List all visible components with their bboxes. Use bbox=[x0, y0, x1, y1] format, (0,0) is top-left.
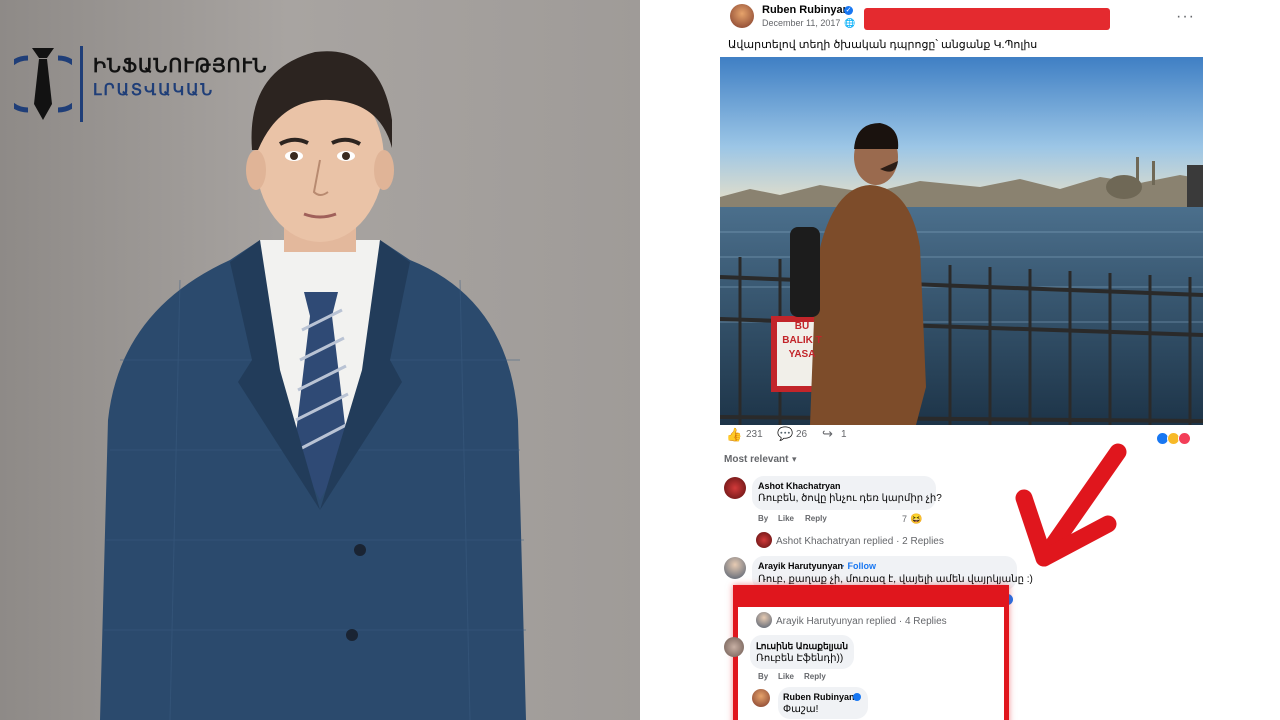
comment-icon[interactable]: 💬 bbox=[777, 426, 793, 442]
follow-link[interactable]: · Follow bbox=[842, 561, 876, 571]
commenter-avatar[interactable] bbox=[752, 689, 770, 707]
comment-text: Ռուբեն, ծովը ինչու դեռ կարմիր չի? bbox=[758, 493, 942, 504]
share-icon[interactable]: ↪ bbox=[822, 426, 833, 442]
comment-reply-button[interactable]: Reply bbox=[805, 514, 827, 523]
sort-comments-dropdown[interactable]: Most relevant bbox=[724, 454, 788, 465]
sign-line-1: BU bbox=[794, 321, 810, 332]
share-count: 1 bbox=[841, 429, 847, 440]
verified-badge-icon bbox=[853, 693, 861, 701]
author-avatar[interactable] bbox=[730, 4, 754, 28]
comment-text: Ռուբ, քաղաք չի, մուռազ է, վայելի ամեն վա… bbox=[758, 574, 1033, 585]
comment-text: Ռուբեն Էֆենդի)) bbox=[756, 653, 844, 664]
photo-sign-text: BU BALIK T YASA bbox=[776, 320, 828, 362]
post-photo[interactable] bbox=[720, 57, 1203, 425]
comment-like-button[interactable]: Like bbox=[778, 672, 794, 681]
reply-avatar bbox=[756, 532, 772, 548]
post-date[interactable]: December 11, 2017 bbox=[762, 18, 840, 28]
like-icon[interactable]: 👍 bbox=[726, 427, 742, 443]
portrait-panel: ԻՆՖԱՆՈՒԹՅՈՒՆ ԼՐԱՏՎԱԿԱՆ bbox=[0, 0, 640, 720]
globe-icon: 🌐 bbox=[844, 18, 856, 28]
man-in-suit-portrait bbox=[100, 51, 526, 720]
verified-badge-icon: ✓ bbox=[844, 6, 853, 15]
commenter-name[interactable]: Լուսինե Առաքելյան bbox=[756, 641, 848, 652]
comment-reply-button[interactable]: Reply bbox=[804, 672, 826, 681]
commenter-name[interactable]: Arayik Harutyunyan bbox=[758, 561, 843, 571]
reaction-icons: 😆 bbox=[910, 514, 923, 525]
comment-by: By bbox=[758, 672, 769, 681]
like-count: 231 bbox=[746, 429, 763, 440]
tie-in-circle-icon bbox=[14, 48, 72, 120]
commenter-name[interactable]: Ashot Khachatryan bbox=[758, 481, 841, 491]
sign-line-3: YASA bbox=[788, 349, 816, 360]
commenter-avatar[interactable] bbox=[724, 637, 744, 657]
view-replies-link[interactable]: Ashot Khachatryan replied · 2 Replies bbox=[776, 536, 944, 547]
comment-reaction-count: 7 bbox=[902, 514, 908, 524]
red-arrow-icon bbox=[1015, 443, 1127, 567]
love-reaction-icon bbox=[1178, 432, 1191, 445]
sign-line-2: BALIK T bbox=[782, 335, 822, 346]
comment-count: 26 bbox=[796, 429, 808, 440]
comment-like-button[interactable]: Like bbox=[778, 514, 794, 523]
chevron-down-icon[interactable]: ▾ bbox=[792, 454, 797, 465]
commenter-avatar[interactable] bbox=[724, 477, 746, 499]
commenter-avatar[interactable] bbox=[724, 557, 746, 579]
red-redaction-bar bbox=[864, 8, 1110, 30]
comment-text: Փաշա! bbox=[783, 704, 819, 715]
comment-by: By bbox=[758, 514, 769, 523]
facebook-post-screenshot: Ruben Rubinyan ✓ December 11, 2017 🌐 ···… bbox=[640, 0, 1280, 720]
commenter-name[interactable]: Ruben Rubinyan bbox=[783, 692, 855, 702]
reply-avatar bbox=[756, 612, 772, 628]
post-author-name[interactable]: Ruben Rubinyan bbox=[762, 4, 849, 16]
view-replies-link[interactable]: Arayik Harutyunyan replied · 4 Replies bbox=[776, 616, 947, 627]
post-text: Ավարտելով տեղի ծխական դպրոցը՝ անցանք Կ.Պ… bbox=[728, 39, 1038, 51]
ellipsis-icon[interactable]: ··· bbox=[1176, 8, 1195, 26]
